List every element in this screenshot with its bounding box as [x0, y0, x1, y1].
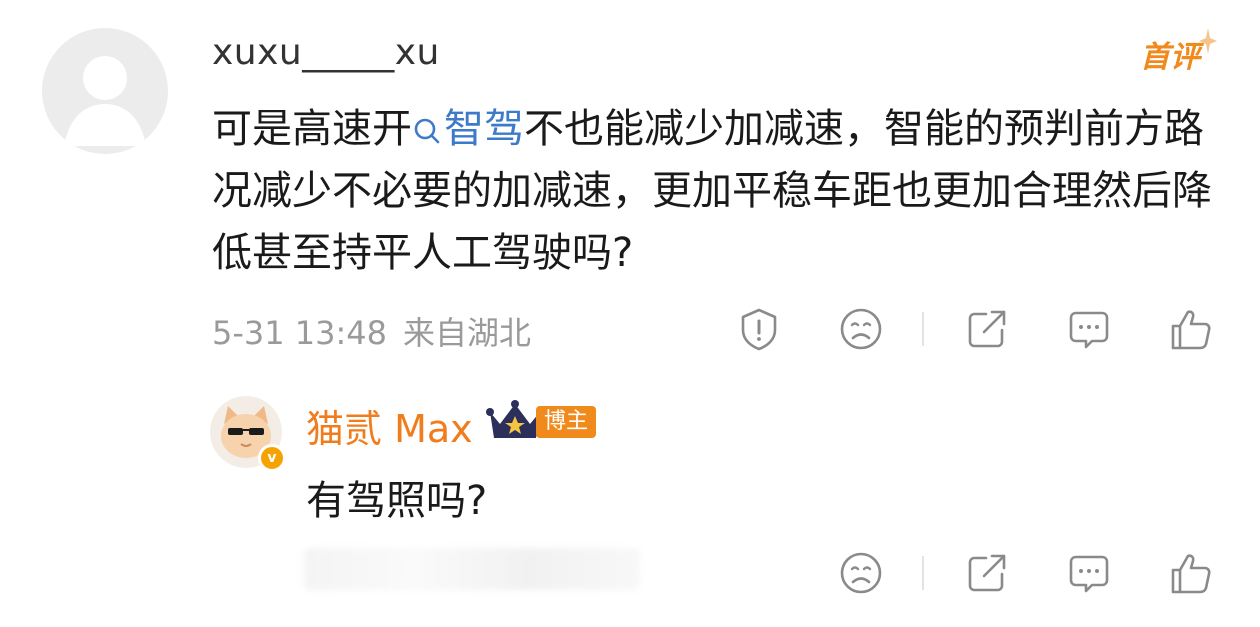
default-avatar-icon: [64, 56, 146, 146]
dislike-icon[interactable]: [838, 550, 884, 596]
comment-location: 来自湖北: [403, 314, 532, 352]
comment-icon[interactable]: [1066, 550, 1112, 596]
host-badge: 博主: [536, 406, 597, 438]
replier-username[interactable]: 猫贰 Max: [306, 398, 473, 453]
commenter-username[interactable]: xuxu_____xu: [212, 32, 440, 73]
comment-body: 可是高速开 智驾不也能减少加减速，智能的预判前方路况减少不必要的加减速，更加平稳车…: [212, 98, 1212, 284]
sparkle-icon: [1199, 28, 1217, 54]
search-icon: [414, 118, 440, 144]
verified-badge: v: [258, 444, 286, 472]
action-divider: [922, 312, 924, 346]
comment-text-start: 可是高速开: [212, 106, 412, 152]
share-icon[interactable]: [964, 550, 1010, 596]
reply-meta-blurred: [304, 548, 640, 590]
dislike-icon[interactable]: [838, 306, 884, 352]
comment-icon[interactable]: [1066, 306, 1112, 352]
first-comment-badge: 首评: [1140, 40, 1200, 75]
topic-link-label: 智驾: [444, 106, 524, 152]
commenter-avatar[interactable]: [42, 28, 168, 154]
share-icon[interactable]: [964, 306, 1010, 352]
like-icon[interactable]: [1168, 550, 1214, 596]
report-icon[interactable]: [736, 306, 782, 352]
comment-date: 5-31 13:48: [212, 314, 388, 352]
comment-meta: 5-31 13:48 来自湖北: [212, 308, 531, 354]
reply-body: 有驾照吗?: [306, 478, 488, 524]
action-divider: [922, 556, 924, 590]
topic-link[interactable]: 智驾: [412, 106, 524, 152]
like-icon[interactable]: [1168, 306, 1214, 352]
